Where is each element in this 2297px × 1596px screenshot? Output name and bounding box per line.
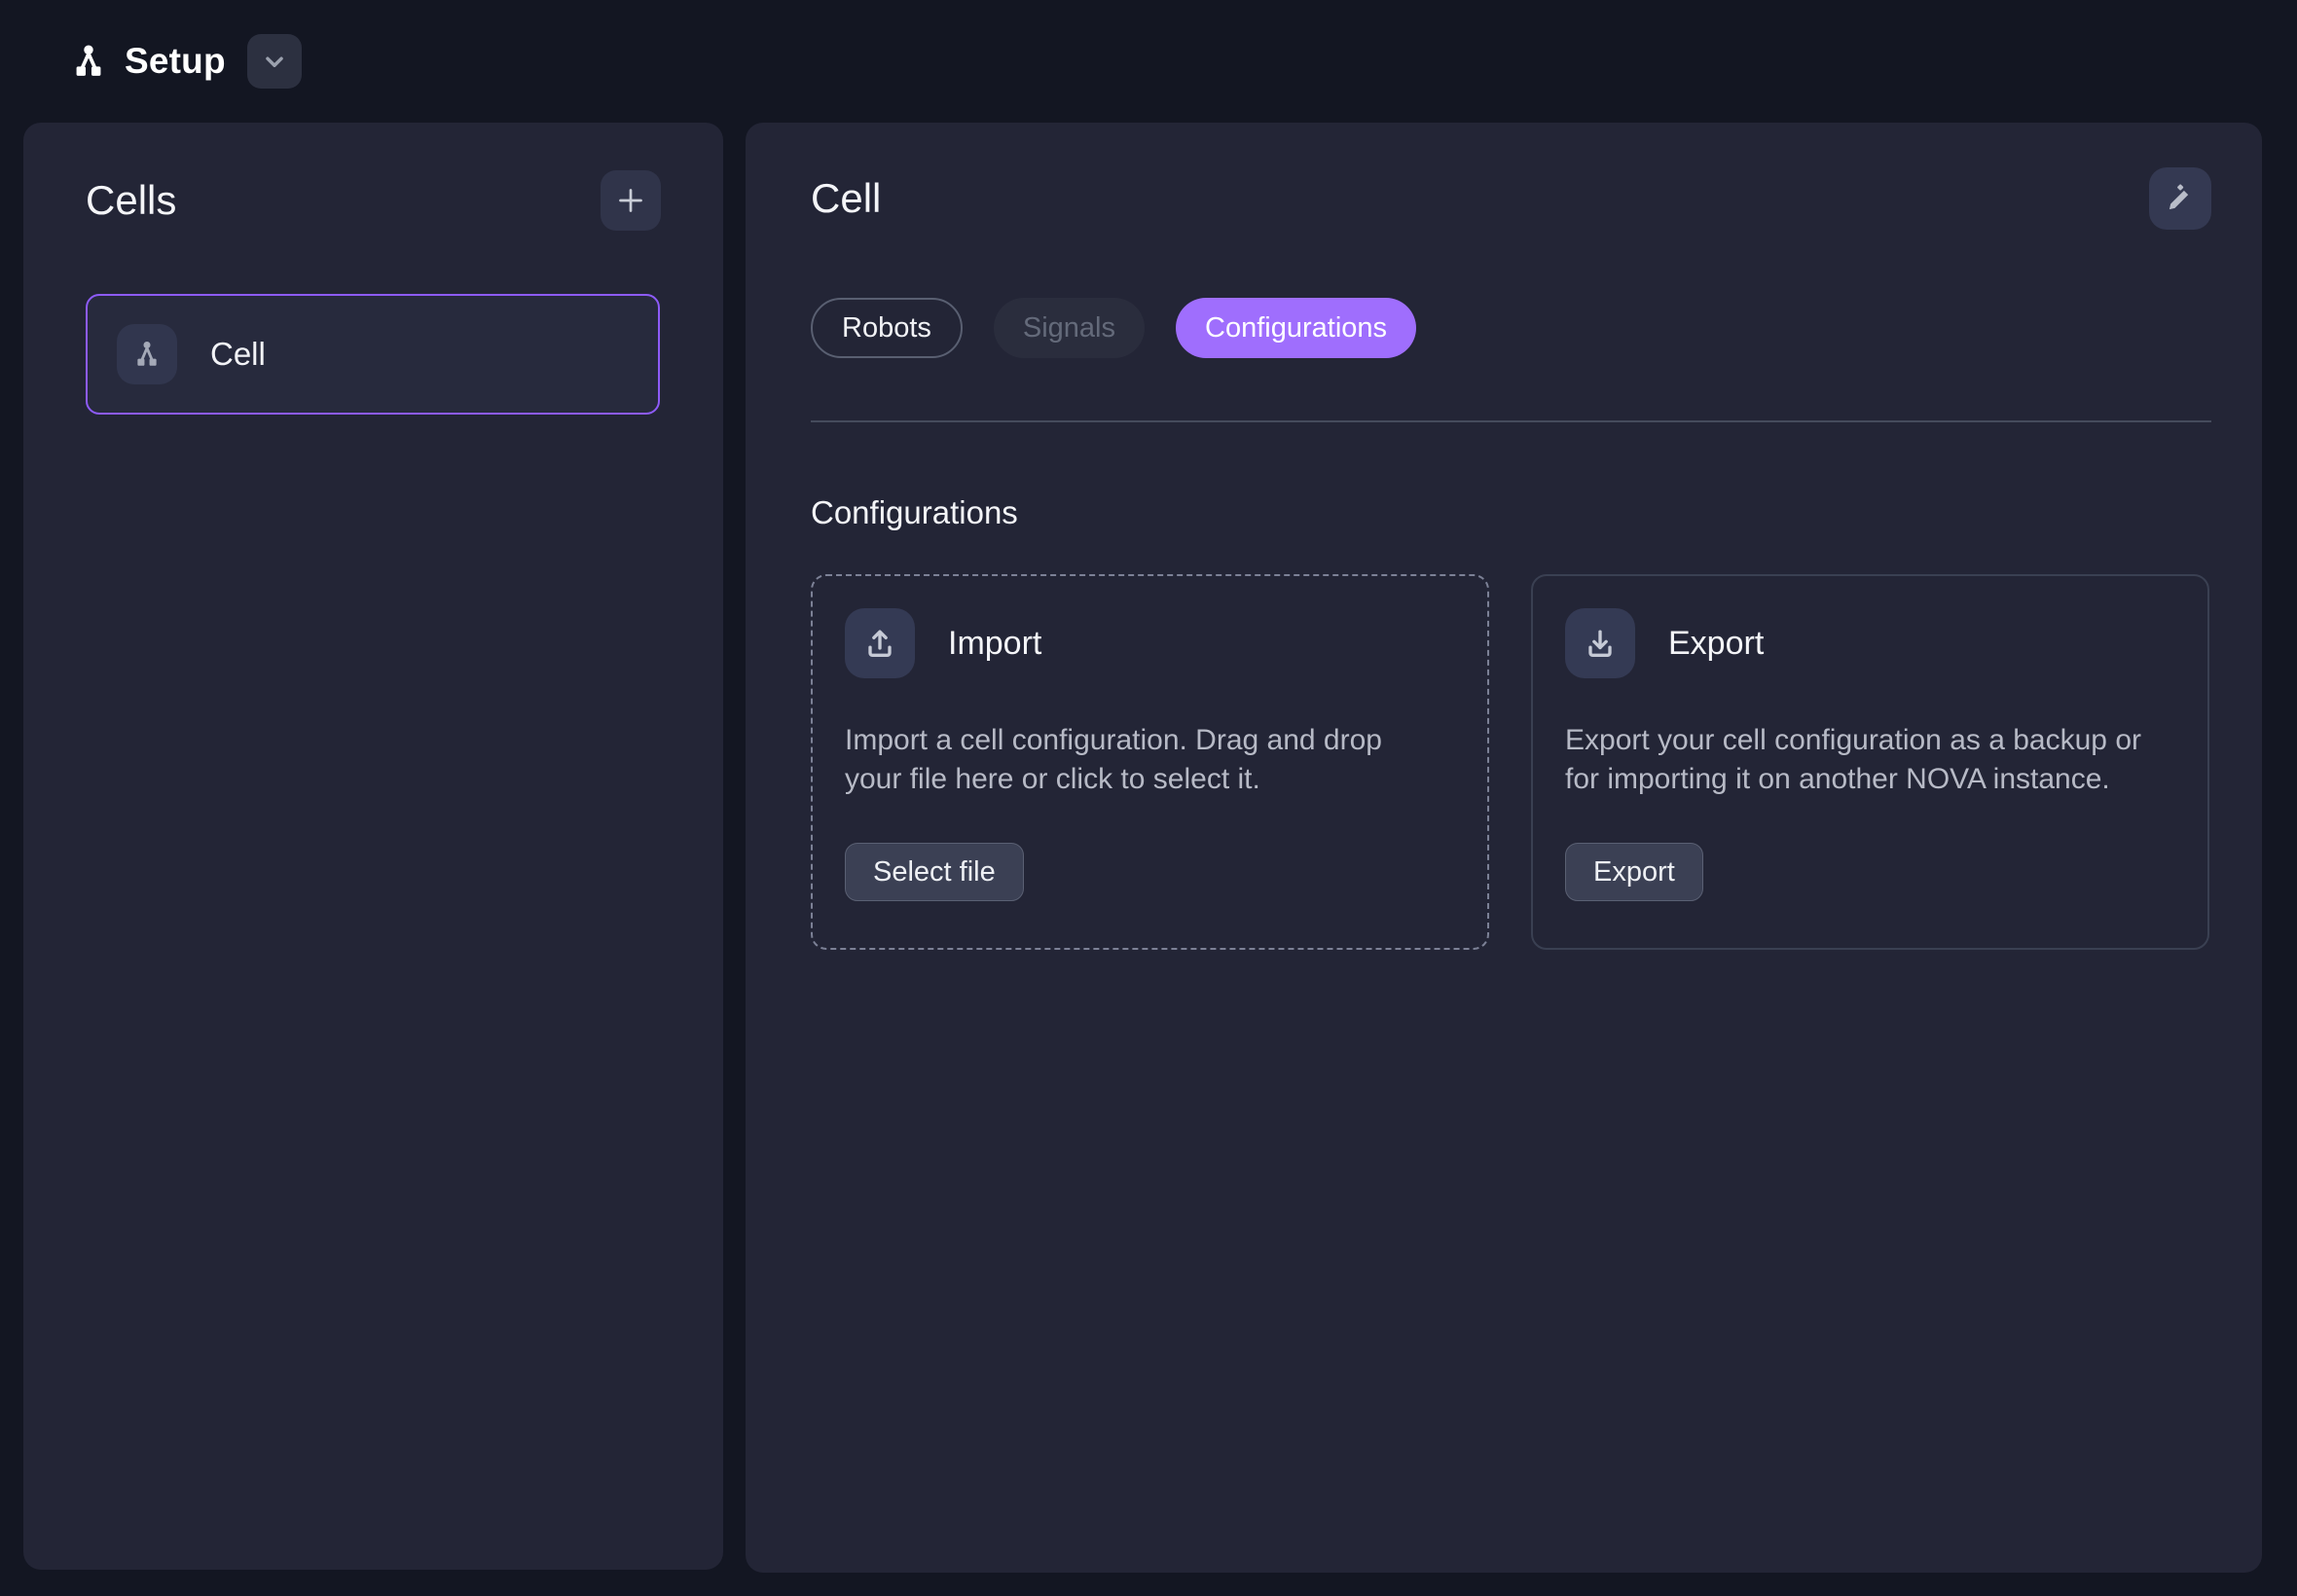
import-card-title: Import: [948, 625, 1041, 663]
workspace-switcher-button[interactable]: [247, 34, 302, 89]
cells-panel: Cells Cell: [23, 123, 723, 1570]
cell-detail-title: Cell: [811, 175, 881, 222]
export-card: Export Export your cell configuration as…: [1531, 574, 2209, 950]
cell-network-icon: [117, 324, 177, 384]
configuration-cards: Import Import a cell configuration. Drag…: [811, 574, 2211, 950]
export-card-description: Export your cell configuration as a back…: [1565, 721, 2159, 799]
edit-cell-button[interactable]: [2149, 167, 2211, 230]
import-dropzone-card[interactable]: Import Import a cell configuration. Drag…: [811, 574, 1489, 950]
plus-icon: [613, 183, 648, 218]
import-card-description: Import a cell configuration. Drag and dr…: [845, 721, 1439, 799]
add-cell-button[interactable]: [601, 170, 661, 231]
chevron-down-icon: [258, 45, 291, 78]
cells-panel-header: Cells: [86, 169, 661, 232]
app-title: Setup: [125, 41, 226, 82]
cell-network-logo-icon: [68, 41, 109, 82]
brand: Setup: [68, 41, 226, 82]
cell-detail-header: Cell: [811, 167, 2211, 230]
pencil-icon: [2163, 181, 2198, 216]
export-card-header: Export: [1565, 608, 1764, 678]
topbar: Setup: [0, 0, 2297, 123]
upload-icon: [845, 608, 915, 678]
cell-item-label: Cell: [210, 336, 266, 373]
import-card-header: Import: [845, 608, 1041, 678]
cell-list-item[interactable]: Cell: [86, 294, 660, 415]
tabs-divider: [811, 420, 2211, 422]
export-button[interactable]: Export: [1565, 843, 1703, 901]
cell-tabs: Robots Signals Configurations: [811, 298, 2211, 358]
tab-configurations[interactable]: Configurations: [1176, 298, 1416, 358]
tab-signals: Signals: [994, 298, 1145, 358]
download-icon: [1565, 608, 1635, 678]
cell-detail-panel: Cell Robots Signals Configurations Confi…: [746, 123, 2262, 1573]
select-file-button[interactable]: Select file: [845, 843, 1024, 901]
export-card-title: Export: [1668, 625, 1764, 663]
cells-title: Cells: [86, 177, 176, 224]
tab-robots[interactable]: Robots: [811, 298, 963, 358]
configurations-section-title: Configurations: [811, 494, 2211, 531]
